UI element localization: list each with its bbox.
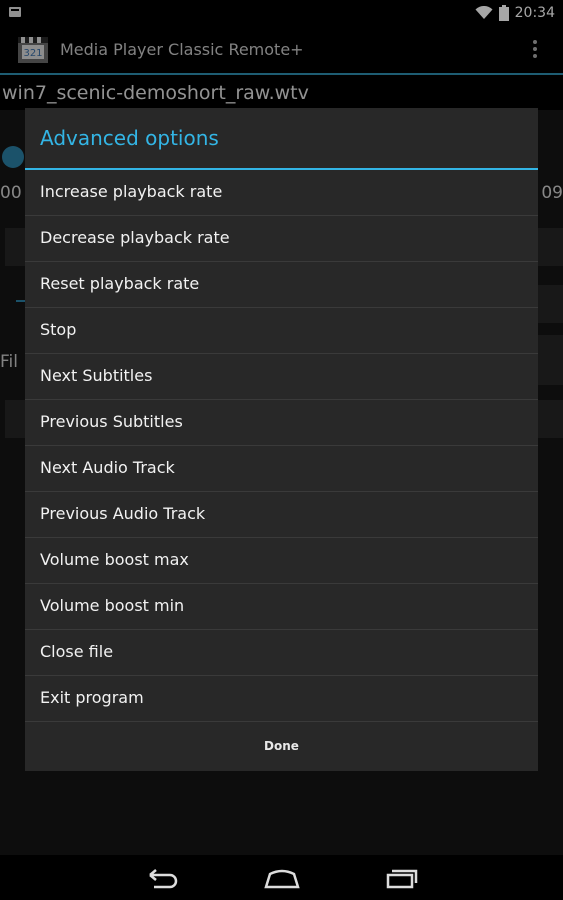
option-label: Next Subtitles	[40, 366, 153, 385]
option-label: Decrease playback rate	[40, 228, 230, 247]
option-volume-boost-max[interactable]: Volume boost max	[25, 538, 538, 584]
option-stop[interactable]: Stop	[25, 308, 538, 354]
option-previous-subtitles[interactable]: Previous Subtitles	[25, 400, 538, 446]
done-button[interactable]: Done	[25, 722, 538, 771]
option-next-subtitles[interactable]: Next Subtitles	[25, 354, 538, 400]
option-label: Increase playback rate	[40, 182, 223, 201]
option-increase-playback-rate[interactable]: Increase playback rate	[25, 170, 538, 216]
option-label: Stop	[40, 320, 77, 339]
recents-icon[interactable]	[382, 863, 422, 893]
option-label: Next Audio Track	[40, 458, 175, 477]
option-next-audio-track[interactable]: Next Audio Track	[25, 446, 538, 492]
option-close-file[interactable]: Close file	[25, 630, 538, 676]
option-volume-boost-min[interactable]: Volume boost min	[25, 584, 538, 630]
options-list: Increase playback rate Decrease playback…	[25, 170, 538, 722]
option-label: Volume boost max	[40, 550, 189, 569]
option-label: Reset playback rate	[40, 274, 200, 293]
option-previous-audio-track[interactable]: Previous Audio Track	[25, 492, 538, 538]
back-icon[interactable]	[142, 863, 182, 893]
home-icon[interactable]	[262, 863, 302, 893]
done-label: Done	[264, 739, 299, 753]
advanced-options-dialog: Advanced options Increase playback rate …	[25, 108, 538, 771]
option-label: Exit program	[40, 688, 144, 707]
option-label: Previous Subtitles	[40, 412, 183, 431]
navigation-bar	[0, 855, 563, 900]
option-decrease-playback-rate[interactable]: Decrease playback rate	[25, 216, 538, 262]
dialog-title: Advanced options	[40, 126, 219, 150]
option-reset-playback-rate[interactable]: Reset playback rate	[25, 262, 538, 308]
option-label: Previous Audio Track	[40, 504, 206, 523]
option-label: Close file	[40, 642, 114, 661]
option-label: Volume boost min	[40, 596, 185, 615]
option-exit-program[interactable]: Exit program	[25, 676, 538, 722]
